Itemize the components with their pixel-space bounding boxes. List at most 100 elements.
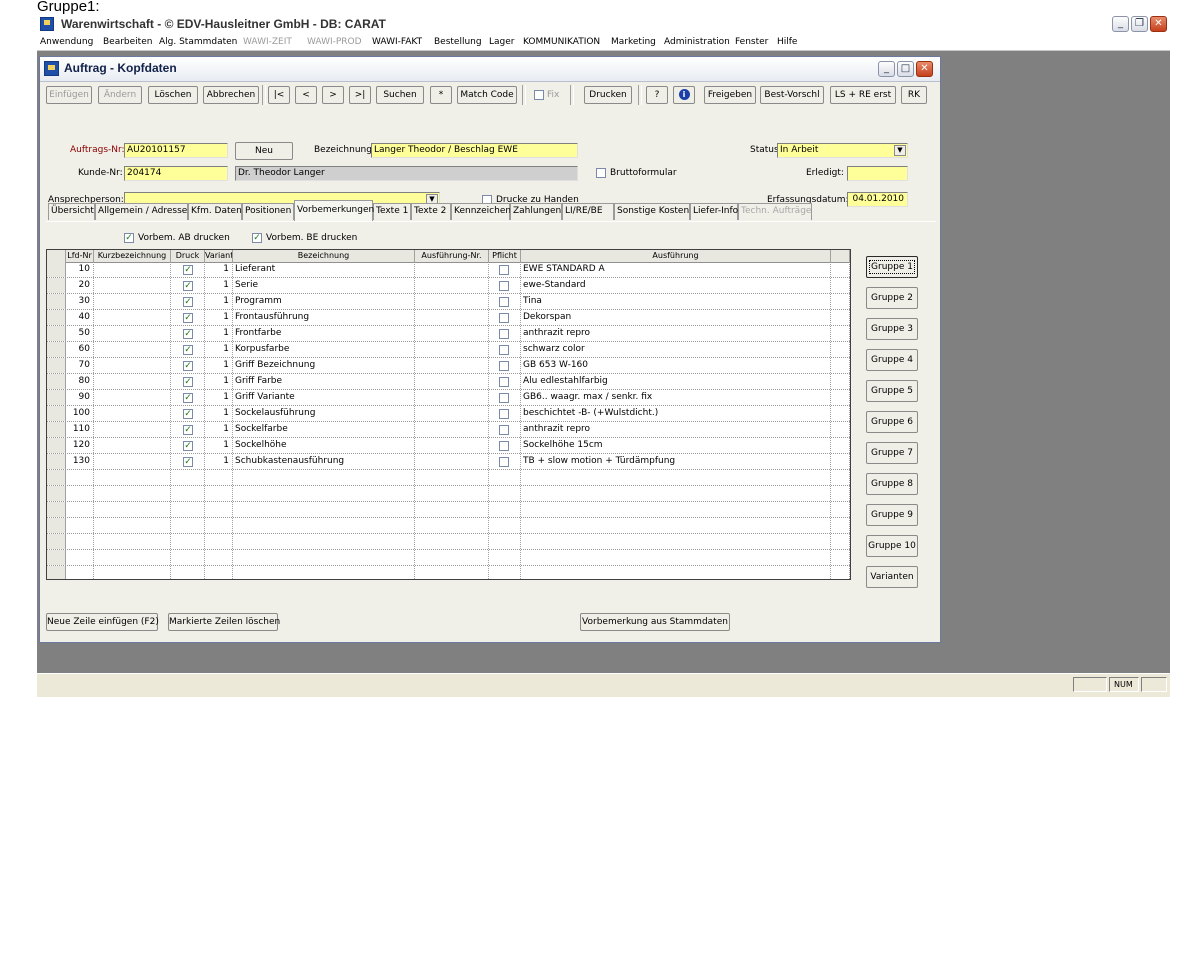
cell-kurzbezeichnung[interactable] bbox=[94, 550, 171, 565]
info-button[interactable]: i bbox=[673, 86, 695, 104]
cell-kurzbezeichnung[interactable] bbox=[94, 342, 171, 357]
cell-variante[interactable] bbox=[205, 550, 233, 565]
cell-druck[interactable] bbox=[171, 502, 205, 517]
druck-checkbox[interactable]: ✓ bbox=[183, 329, 193, 339]
cell-lfd-nr[interactable]: 70 bbox=[66, 358, 94, 373]
cell-pflicht[interactable] bbox=[489, 534, 521, 549]
table-row[interactable]: 130 ✓ 1 Schubkastenausführung TB + slow moti… bbox=[47, 454, 850, 470]
pflicht-checkbox[interactable] bbox=[499, 265, 509, 275]
col-pflicht[interactable]: Pflicht bbox=[489, 250, 521, 262]
cell-druck[interactable]: ✓ bbox=[171, 262, 205, 277]
tab-li-re-be[interactable]: LI/RE/BE bbox=[562, 203, 614, 220]
cell-kurzbezeichnung[interactable] bbox=[94, 358, 171, 373]
last-record-button[interactable]: >| bbox=[349, 86, 371, 104]
cell-pflicht[interactable] bbox=[489, 342, 521, 357]
auftrags-nr-field[interactable]: AU20101157 bbox=[124, 143, 228, 158]
cell-ausfuehrung[interactable]: GB6.. waagr. max / senkr. fix bbox=[521, 390, 831, 405]
cell-variante[interactable]: 1 bbox=[205, 342, 233, 357]
cell-variante[interactable] bbox=[205, 470, 233, 485]
row-selector[interactable] bbox=[47, 390, 66, 405]
cell-extra[interactable] bbox=[831, 566, 850, 579]
row-selector[interactable] bbox=[47, 278, 66, 293]
child-maximize-icon[interactable]: □ bbox=[897, 61, 914, 77]
cell-ausfuehrung[interactable]: anthrazit repro bbox=[521, 422, 831, 437]
row-selector[interactable] bbox=[47, 438, 66, 453]
cell-ausfuehrung[interactable]: Tina bbox=[521, 294, 831, 309]
fix-checkbox[interactable] bbox=[534, 90, 544, 100]
tab-sonstige-kosten[interactable]: Sonstige Kosten bbox=[614, 203, 690, 220]
cell-lfd-nr[interactable]: 30 bbox=[66, 294, 94, 309]
gruppe-6-button[interactable]: Gruppe 6 bbox=[866, 411, 918, 433]
cell-extra[interactable] bbox=[831, 326, 850, 341]
menu-hilfe[interactable]: Hilfe bbox=[777, 37, 797, 47]
cell-bezeichnung[interactable]: Sockelfarbe bbox=[233, 422, 415, 437]
menu-wawi-fakt[interactable]: WAWI-FAKT bbox=[372, 37, 422, 47]
rk-button[interactable]: RK bbox=[901, 86, 927, 104]
cell-extra[interactable] bbox=[831, 486, 850, 501]
cell-variante[interactable]: 1 bbox=[205, 278, 233, 293]
cell-pflicht[interactable] bbox=[489, 470, 521, 485]
table-row[interactable] bbox=[47, 550, 850, 566]
next-record-button[interactable]: > bbox=[322, 86, 344, 104]
loeschen-button[interactable]: Löschen bbox=[148, 86, 198, 104]
cell-variante[interactable] bbox=[205, 486, 233, 501]
gruppe-10-button[interactable]: Gruppe 10 bbox=[866, 535, 918, 557]
aendern-button[interactable]: Ändern bbox=[98, 86, 142, 104]
cell-druck[interactable] bbox=[171, 518, 205, 533]
col-ausfuehrung[interactable]: Ausführung bbox=[521, 250, 831, 262]
row-selector[interactable] bbox=[47, 342, 66, 357]
cell-extra[interactable] bbox=[831, 502, 850, 517]
cell-bezeichnung[interactable]: Programm bbox=[233, 294, 415, 309]
cell-ausfuehrung[interactable]: beschichtet -B- (+Wulstdicht.) bbox=[521, 406, 831, 421]
pflicht-checkbox[interactable] bbox=[499, 281, 509, 291]
pflicht-checkbox[interactable] bbox=[499, 297, 509, 307]
cell-druck[interactable]: ✓ bbox=[171, 342, 205, 357]
vorbem-ab-checkbox[interactable]: ✓ bbox=[124, 233, 134, 243]
erfassungsdatum-field[interactable]: 04.01.2010 bbox=[847, 192, 908, 207]
cell-kurzbezeichnung[interactable] bbox=[94, 310, 171, 325]
cell-lfd-nr[interactable]: 10 bbox=[66, 262, 94, 277]
gruppe-7-button[interactable]: Gruppe 7 bbox=[866, 442, 918, 464]
table-row[interactable]: 40 ✓ 1 Frontausführung Dekorspan bbox=[47, 310, 850, 326]
cell-variante[interactable] bbox=[205, 534, 233, 549]
cell-ausfuehrung-nr[interactable] bbox=[415, 390, 489, 405]
cell-druck[interactable]: ✓ bbox=[171, 374, 205, 389]
gruppe-8-button[interactable]: Gruppe 8 bbox=[866, 473, 918, 495]
cell-extra[interactable] bbox=[831, 550, 850, 565]
cell-variante[interactable]: 1 bbox=[205, 422, 233, 437]
suchen-button[interactable]: Suchen bbox=[376, 86, 424, 104]
cell-bezeichnung[interactable]: Frontausführung bbox=[233, 310, 415, 325]
pflicht-checkbox[interactable] bbox=[499, 425, 509, 435]
gruppe-2-button[interactable]: Gruppe 2 bbox=[866, 287, 918, 309]
cell-extra[interactable] bbox=[831, 438, 850, 453]
menu-marketing[interactable]: Marketing bbox=[611, 37, 656, 47]
cell-ausfuehrung-nr[interactable] bbox=[415, 294, 489, 309]
menu-bestellung[interactable]: Bestellung bbox=[434, 37, 482, 47]
table-row[interactable] bbox=[47, 518, 850, 534]
cell-bezeichnung[interactable]: Korpusfarbe bbox=[233, 342, 415, 357]
cell-kurzbezeichnung[interactable] bbox=[94, 406, 171, 421]
cell-variante[interactable] bbox=[205, 566, 233, 579]
druck-checkbox[interactable]: ✓ bbox=[183, 345, 193, 355]
cell-variante[interactable]: 1 bbox=[205, 326, 233, 341]
table-row[interactable]: 50 ✓ 1 Frontfarbe anthrazit repro bbox=[47, 326, 850, 342]
table-row[interactable]: 90 ✓ 1 Griff Variante GB6.. waagr. max / sen… bbox=[47, 390, 850, 406]
cell-lfd-nr[interactable] bbox=[66, 534, 94, 549]
menu-bearbeiten[interactable]: Bearbeiten bbox=[103, 37, 152, 47]
cell-extra[interactable] bbox=[831, 454, 850, 469]
col-druck[interactable]: Druck bbox=[171, 250, 205, 262]
cell-bezeichnung[interactable]: Serie bbox=[233, 278, 415, 293]
row-selector[interactable] bbox=[47, 374, 66, 389]
cell-variante[interactable]: 1 bbox=[205, 374, 233, 389]
druck-checkbox[interactable]: ✓ bbox=[183, 297, 193, 307]
cell-pflicht[interactable] bbox=[489, 310, 521, 325]
tab-techn-auftraege[interactable]: Techn. Aufträge bbox=[738, 203, 812, 220]
pflicht-checkbox[interactable] bbox=[499, 313, 509, 323]
child-close-icon[interactable]: ✕ bbox=[916, 61, 933, 77]
cell-kurzbezeichnung[interactable] bbox=[94, 518, 171, 533]
druck-checkbox[interactable]: ✓ bbox=[183, 441, 193, 451]
drucken-button[interactable]: Drucken bbox=[584, 86, 632, 104]
gruppe-5-button[interactable]: Gruppe 5 bbox=[866, 380, 918, 402]
cell-kurzbezeichnung[interactable] bbox=[94, 294, 171, 309]
cell-ausfuehrung-nr[interactable] bbox=[415, 502, 489, 517]
